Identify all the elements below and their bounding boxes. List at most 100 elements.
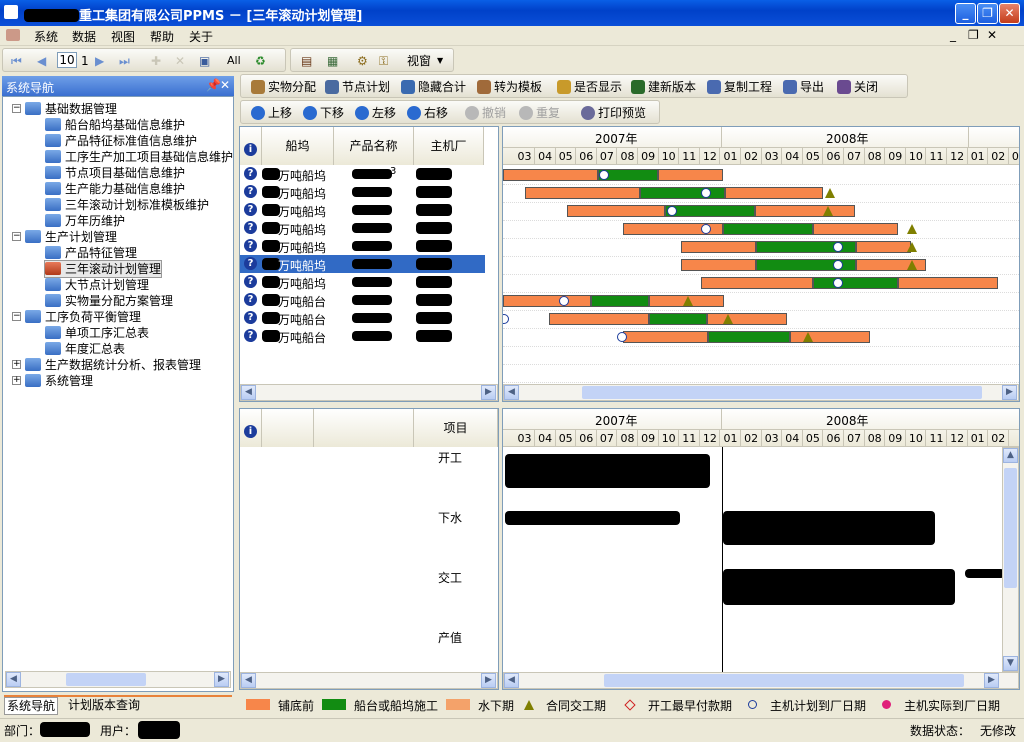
save-icon[interactable]: ▣ bbox=[199, 52, 210, 70]
gantt-bar[interactable] bbox=[813, 223, 898, 235]
gantt-bar[interactable] bbox=[591, 295, 649, 307]
nav-group[interactable]: 生产计划管理 bbox=[25, 229, 117, 245]
all-button[interactable]: All bbox=[227, 52, 241, 70]
contract-delivery-marker[interactable] bbox=[907, 224, 917, 234]
toolbar-button[interactable]: 下移 bbox=[303, 104, 344, 122]
gantt-bar[interactable] bbox=[856, 241, 911, 253]
summary-vscroll[interactable]: ▲ ▼ bbox=[1002, 447, 1019, 672]
engine-plan-marker[interactable] bbox=[559, 296, 569, 306]
contract-delivery-marker[interactable] bbox=[825, 188, 835, 198]
nav-item[interactable]: 产品特征标准值信息维护 bbox=[45, 133, 197, 149]
menu-about[interactable]: 关于 bbox=[189, 28, 213, 45]
engine-plan-marker[interactable] bbox=[833, 260, 843, 270]
nav-group[interactable]: 系统管理 bbox=[25, 373, 93, 389]
gantt-bar[interactable] bbox=[701, 277, 813, 289]
table-row[interactable]: ? 万吨船坞 bbox=[240, 183, 485, 201]
toolbar-button[interactable]: 是否显示 bbox=[557, 78, 622, 96]
nav-item[interactable]: 万年历维护 bbox=[45, 213, 125, 229]
toolbar-button[interactable]: 导出 bbox=[783, 78, 824, 96]
minimize-button[interactable]: _ bbox=[955, 3, 976, 24]
gantt-bar[interactable] bbox=[567, 205, 665, 217]
settings-icon[interactable]: ⚙ bbox=[357, 52, 368, 70]
toolbar-button[interactable]: 右移 bbox=[407, 104, 448, 122]
expander-icon[interactable]: + bbox=[12, 376, 21, 385]
col-engine[interactable]: 主机厂 bbox=[414, 127, 484, 165]
prev-icon[interactable]: ◀ bbox=[37, 52, 46, 70]
table-row[interactable]: ? 万吨船台 bbox=[240, 327, 485, 345]
nav-item[interactable]: 单项工序汇总表 bbox=[45, 325, 149, 341]
summary-chart-hscroll[interactable]: ◀ ▶ bbox=[503, 672, 1019, 689]
nav-hscroll[interactable]: ◀ ▶ bbox=[5, 671, 231, 688]
delete-icon[interactable]: ✕ bbox=[175, 52, 185, 70]
engine-plan-marker[interactable] bbox=[701, 188, 711, 198]
first-icon[interactable]: ⏮ bbox=[11, 52, 22, 70]
engine-plan-marker[interactable] bbox=[503, 314, 509, 324]
col-dock[interactable]: 船坞 bbox=[262, 127, 334, 165]
toolbar-button[interactable]: 撤销 bbox=[465, 104, 506, 122]
gantt-bar[interactable] bbox=[665, 205, 755, 217]
report-icon[interactable]: ▤ bbox=[301, 52, 312, 70]
nav-item[interactable]: 船台船坞基础信息维护 bbox=[45, 117, 185, 133]
chevron-down-icon[interactable]: ▼ bbox=[437, 52, 443, 70]
gantt-bar[interactable] bbox=[708, 331, 790, 343]
mdi-restore-icon[interactable]: ❐ bbox=[968, 28, 979, 42]
toolbar-button[interactable]: 上移 bbox=[251, 104, 292, 122]
nav-item[interactable]: 三年滚动计划管理 bbox=[43, 260, 163, 278]
mdi-close-icon[interactable]: ✕ bbox=[987, 28, 997, 42]
gantt-bar[interactable] bbox=[549, 313, 649, 325]
nav-item[interactable]: 产品特征管理 bbox=[45, 245, 137, 261]
add-icon[interactable]: ✚ bbox=[151, 52, 161, 70]
gantt-bar[interactable] bbox=[790, 331, 870, 343]
toolbar-button[interactable]: 打印预览 bbox=[581, 104, 646, 122]
gantt-bar[interactable] bbox=[658, 169, 723, 181]
toolbar-button[interactable]: 实物分配 bbox=[251, 78, 316, 96]
contract-delivery-marker[interactable] bbox=[907, 242, 917, 252]
nav-item[interactable]: 大节点计划管理 bbox=[45, 277, 149, 293]
toolbar-button[interactable]: 转为模板 bbox=[477, 78, 542, 96]
table-row[interactable]: ? 万吨船坞 bbox=[240, 219, 485, 237]
toolbar-button[interactable]: 复制工程 bbox=[707, 78, 772, 96]
toolbar-button[interactable]: 左移 bbox=[355, 104, 396, 122]
nav-item[interactable]: 节点项目基础信息维护 bbox=[45, 165, 185, 181]
export-icon[interactable]: ▦ bbox=[327, 52, 338, 70]
gantt-bar[interactable] bbox=[898, 277, 998, 289]
pin-icon[interactable]: 📌 bbox=[206, 78, 221, 92]
nav-item[interactable]: 三年滚动计划标准模板维护 bbox=[45, 197, 209, 213]
menu-data[interactable]: 数据 bbox=[72, 28, 96, 45]
nav-item[interactable]: 年度汇总表 bbox=[45, 341, 125, 357]
next-icon[interactable]: ▶ bbox=[95, 52, 104, 70]
table-row[interactable]: ? 万吨船台 bbox=[240, 291, 485, 309]
contract-delivery-marker[interactable] bbox=[683, 296, 693, 306]
summary-hscroll[interactable]: ◀ ▶ bbox=[240, 672, 498, 689]
key-icon[interactable]: ⚿ bbox=[379, 52, 388, 70]
page-box[interactable]: 10 bbox=[57, 52, 77, 68]
close-button[interactable]: ✕ bbox=[999, 3, 1020, 24]
table-row[interactable]: ? 万吨船坞 bbox=[240, 237, 485, 255]
gantt-bar[interactable] bbox=[503, 169, 598, 181]
engine-plan-marker[interactable] bbox=[667, 206, 677, 216]
nav-item[interactable]: 工序生产加工项目基础信息维护 bbox=[45, 149, 233, 165]
nav-group[interactable]: 工序负荷平衡管理 bbox=[25, 309, 141, 325]
gantt-bar[interactable] bbox=[707, 313, 787, 325]
col-product[interactable]: 产品名称 bbox=[334, 127, 414, 165]
menu-view[interactable]: 视图 bbox=[111, 28, 135, 45]
gantt-bar[interactable] bbox=[681, 241, 756, 253]
contract-delivery-marker[interactable] bbox=[823, 206, 833, 216]
restore-button[interactable]: ❐ bbox=[977, 3, 998, 24]
expander-icon[interactable]: + bbox=[12, 360, 21, 369]
nav-group[interactable]: 基础数据管理 bbox=[25, 101, 117, 117]
engine-plan-marker[interactable] bbox=[833, 278, 843, 288]
table-row[interactable]: ? 万吨船台 bbox=[240, 309, 485, 327]
gantt-bar[interactable] bbox=[525, 187, 640, 199]
contract-delivery-marker[interactable] bbox=[803, 332, 813, 342]
contract-delivery-marker[interactable] bbox=[723, 314, 733, 324]
tab-version-query[interactable]: 计划版本查询 bbox=[66, 697, 142, 715]
expander-icon[interactable]: − bbox=[12, 104, 21, 113]
table-row[interactable]: ? 万吨船坞 bbox=[240, 201, 485, 219]
gantt-bar[interactable] bbox=[503, 295, 591, 307]
table-row[interactable]: ? 万吨船坞 3 bbox=[240, 165, 485, 183]
contract-delivery-marker[interactable] bbox=[907, 260, 917, 270]
gantt-bar[interactable] bbox=[723, 223, 813, 235]
menu-system[interactable]: 系统 bbox=[34, 28, 58, 45]
table-row[interactable]: ? 万吨船坞 bbox=[240, 273, 485, 291]
